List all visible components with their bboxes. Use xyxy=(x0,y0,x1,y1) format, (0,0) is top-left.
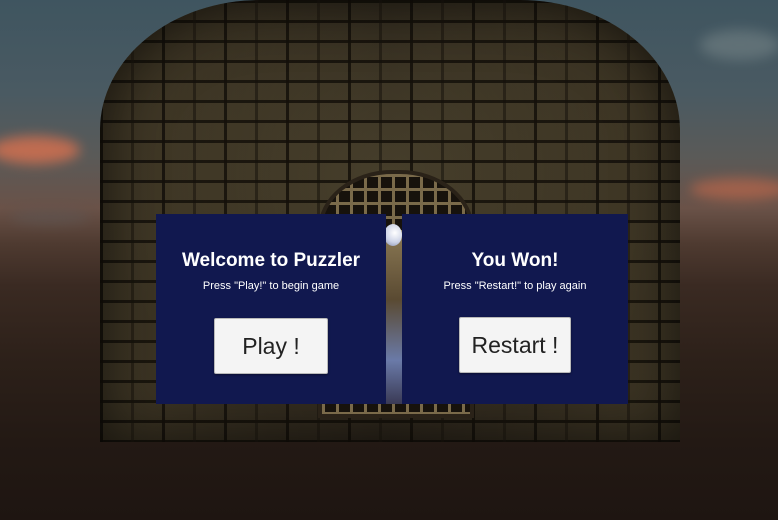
you-won-subtitle: Press "Restart!" to play again xyxy=(443,280,587,292)
welcome-title: Welcome to Puzzler xyxy=(181,250,361,271)
sunset-cloud xyxy=(690,178,778,200)
game-scene: Welcome to Puzzler Press "Play!" to begi… xyxy=(0,0,778,520)
sky-cloud xyxy=(10,210,90,224)
restart-button[interactable]: Restart ! xyxy=(459,317,571,373)
white-orb xyxy=(384,224,402,246)
sunset-cloud xyxy=(0,136,80,164)
you-won-panel: You Won! Press "Restart!" to play again … xyxy=(402,214,628,404)
you-won-title: You Won! xyxy=(471,250,559,271)
play-button[interactable]: Play ! xyxy=(214,318,328,374)
sky-cloud xyxy=(700,30,778,60)
welcome-panel: Welcome to Puzzler Press "Play!" to begi… xyxy=(156,214,386,404)
welcome-subtitle: Press "Play!" to begin game xyxy=(202,280,340,292)
